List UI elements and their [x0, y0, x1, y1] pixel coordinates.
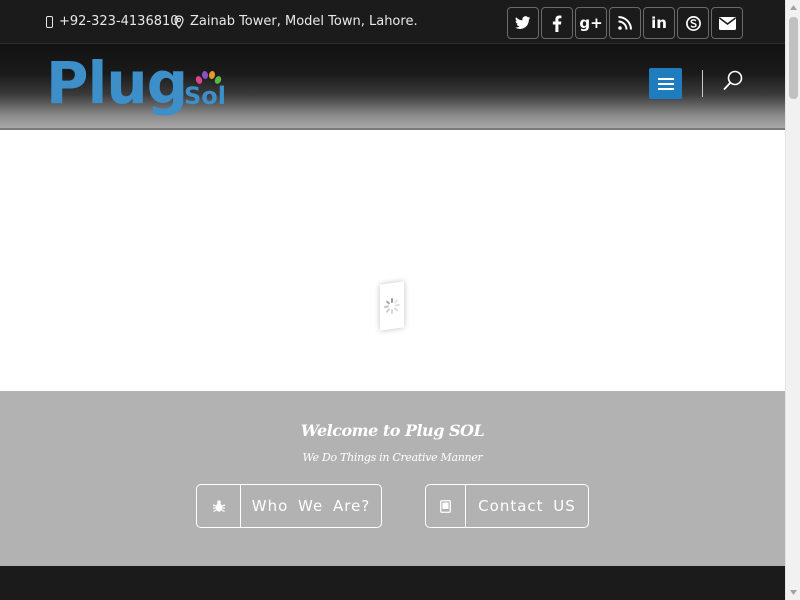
scroll-down-arrow-icon — [790, 590, 797, 595]
who-we-are-icon-box — [197, 485, 241, 527]
skype-icon — [685, 15, 701, 31]
tablet-icon — [440, 499, 451, 513]
logo-main-text: Plug — [46, 49, 188, 117]
hero-slider — [0, 131, 785, 391]
linkedin-button[interactable]: in — [643, 7, 675, 39]
facebook-button[interactable] — [541, 7, 573, 39]
email-button[interactable] — [711, 7, 743, 39]
hamburger-line — [657, 82, 674, 85]
spinner-icon — [384, 297, 400, 315]
scroll-up-button[interactable] — [786, 0, 800, 15]
skype-button[interactable] — [677, 7, 709, 39]
mobile-phone-icon — [46, 15, 53, 28]
site-header: Plug Sol — [0, 44, 785, 130]
rss-button[interactable] — [609, 7, 641, 39]
vertical-scrollbar[interactable] — [785, 0, 800, 600]
menu-toggle-button[interactable] — [649, 68, 682, 99]
contact-us-button[interactable]: Contact US — [425, 484, 589, 528]
who-we-are-label: Who We Are? — [251, 497, 371, 515]
facebook-icon — [552, 14, 562, 32]
contact-us-icon-box — [426, 485, 466, 527]
google-plus-button[interactable]: g+ — [575, 7, 607, 39]
footer-strip — [0, 566, 785, 600]
scroll-up-arrow-icon — [790, 5, 797, 10]
google-plus-icon: g+ — [579, 14, 603, 32]
who-we-are-button[interactable]: Who We Are? — [196, 484, 382, 528]
address-text: Zainab Tower, Model Town, Lahore. — [190, 14, 418, 29]
phone-number: +92-323-4136810 — [59, 14, 179, 29]
header-divider — [702, 70, 703, 97]
welcome-section: Welcome to Plug SOL We Do Things in Crea… — [0, 391, 785, 566]
search-icon — [723, 70, 743, 91]
twitter-button[interactable] — [507, 7, 539, 39]
welcome-title: Welcome to Plug SOL — [300, 421, 485, 440]
envelope-icon — [718, 16, 736, 30]
linkedin-icon: in — [651, 14, 667, 32]
page: +92-323-4136810 Zainab Tower, Model Town… — [0, 0, 785, 600]
contact-us-label: Contact US — [478, 497, 576, 515]
social-links: g+ in — [507, 7, 743, 39]
contact-address: Zainab Tower, Model Town, Lahore. — [174, 14, 418, 29]
logo-sub-text: Sol — [184, 82, 226, 110]
bug-icon — [212, 500, 225, 513]
hamburger-menu-icon — [657, 77, 674, 80]
site-logo[interactable]: Plug Sol — [46, 48, 226, 118]
rss-icon — [618, 16, 632, 30]
hamburger-line — [657, 87, 674, 90]
top-bar: +92-323-4136810 Zainab Tower, Model Town… — [0, 0, 785, 44]
contact-phone: +92-323-4136810 — [46, 14, 179, 29]
search-button[interactable] — [722, 70, 744, 92]
slider-loader — [380, 281, 404, 331]
map-pin-icon — [174, 14, 184, 29]
twitter-icon — [515, 16, 531, 29]
scroll-down-button[interactable] — [786, 585, 800, 600]
scroll-thumb[interactable] — [789, 17, 798, 99]
welcome-subtitle: We Do Things in Creative Manner — [302, 451, 483, 464]
